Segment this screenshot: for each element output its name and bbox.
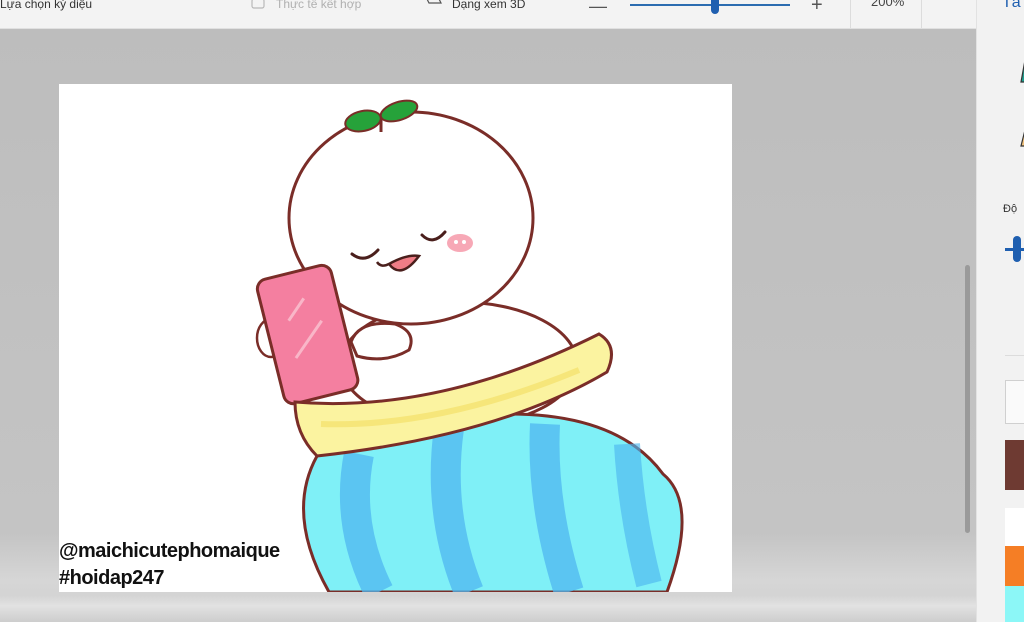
view-3d-button[interactable]: Dạng xem 3D [426,0,525,14]
watermark-handle: @maichicutephomaique [59,540,280,562]
brushes-panel: Tấ Độ [976,0,1024,622]
color-picker-box[interactable] [1005,380,1024,424]
zoom-level-readout[interactable]: 200% [871,0,904,9]
magic-select-label: Lựa chọn kỳ diệu [0,0,93,11]
marker-brush-icon[interactable] [1015,52,1024,84]
panel-title: Tấ [1002,0,1021,11]
opacity-label: Độ [1003,203,1018,215]
bottom-shadow [0,595,976,622]
more-options-button[interactable]: ⋯ [937,0,956,9]
toolbar-divider [921,0,922,28]
color-swatch-brown[interactable] [1005,440,1024,490]
top-toolbar: Lựa chọn kỳ diệu Thực tế kết hợp Dạng xe… [0,0,976,29]
workspace: @maichicutephomaique #hoidap247 [0,29,976,622]
pencil-brush-icon[interactable] [1015,116,1024,148]
watermark-text: @maichicutephomaique #hoidap247 [59,538,280,592]
magic-select-button[interactable]: Lựa chọn kỳ diệu [0,0,92,14]
character-drawing [255,99,684,592]
color-swatch-cyan[interactable] [1005,586,1024,622]
toolbar-divider [850,0,851,28]
view-3d-icon [426,0,442,11]
opacity-slider-thumb[interactable] [1013,236,1021,262]
mixed-reality-label: Thực tế kết hợp [276,0,362,11]
mixed-reality-button[interactable]: Thực tế kết hợp [250,0,361,14]
panel-divider [1005,355,1024,356]
view-3d-label: Dạng xem 3D [452,0,526,11]
color-swatch-orange[interactable] [1005,546,1024,586]
vertical-scrollbar[interactable] [965,265,970,533]
color-swatch-white[interactable] [1005,508,1024,546]
zoom-slider-thumb[interactable] [710,0,719,14]
zoom-out-button[interactable]: — [589,0,607,17]
zoom-in-button[interactable]: + [811,0,823,17]
mixed-reality-icon [250,0,266,11]
drawing-canvas[interactable]: @maichicutephomaique #hoidap247 [59,84,732,592]
watermark-hashtag: #hoidap247 [59,567,165,589]
